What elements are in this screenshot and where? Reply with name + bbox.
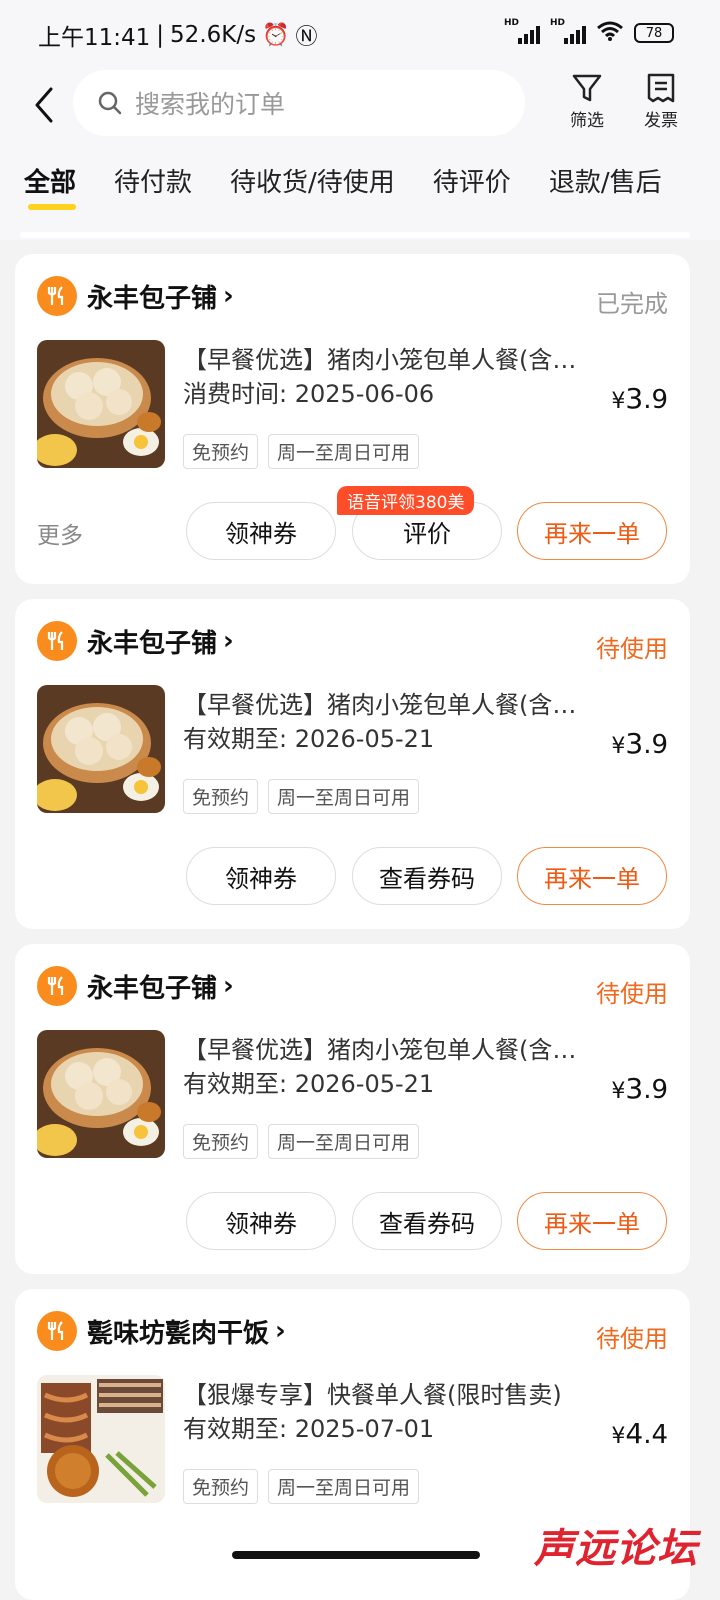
invoice-button[interactable]: 发票 (631, 72, 691, 131)
tab-all[interactable]: 全部 (0, 160, 77, 216)
tab-pending-review[interactable]: 待评价 (409, 160, 511, 216)
product-tags: 免预约 周一至周日可用 (183, 434, 420, 469)
product-tags: 免预约 周一至周日可用 (183, 1469, 420, 1504)
shop-link[interactable]: 永丰包子铺 › (37, 621, 234, 661)
shop-link[interactable]: 永丰包子铺 › (37, 276, 234, 316)
tag: 免预约 (183, 1469, 259, 1504)
product-tags: 免预约 周一至周日可用 (183, 1124, 420, 1159)
reorder-button[interactable]: 再来一单 (517, 847, 667, 905)
order-status: 已完成 (596, 290, 668, 318)
net-speed: 52.6K/s (170, 22, 257, 48)
shop-link[interactable]: 永丰包子铺 › (37, 966, 234, 1006)
product-subtitle: 有效期至: 2025-07-01 (183, 1415, 435, 1443)
tag: 周一至周日可用 (268, 779, 420, 814)
more-link[interactable]: 更多 (37, 516, 83, 550)
signal-icon: HD (504, 18, 540, 44)
filter-label: 筛选 (570, 111, 604, 131)
coupon-button[interactable]: 领神券 (186, 502, 336, 560)
tag: 周一至周日可用 (268, 1469, 420, 1504)
funnel-icon (572, 74, 602, 102)
invoice-icon (647, 73, 675, 103)
product-image (37, 1375, 165, 1503)
tag: 周一至周日可用 (268, 1124, 420, 1159)
list-top-edge (20, 232, 690, 238)
search-icon (98, 91, 122, 115)
chevron-right-icon: › (223, 626, 234, 656)
product-subtitle: 有效期至: 2026-05-21 (183, 1070, 435, 1098)
product-tags: 免预约 周一至周日可用 (183, 779, 420, 814)
reorder-button[interactable]: 再来一单 (517, 1192, 667, 1250)
order-status: 待使用 (596, 980, 668, 1008)
chevron-right-icon: › (223, 971, 234, 1001)
fork-knife-icon (37, 621, 77, 661)
wifi-icon (596, 20, 624, 46)
fork-knife-icon (37, 1311, 77, 1351)
coupon-button[interactable]: 领神券 (186, 847, 336, 905)
search-placeholder: 搜索我的订单 (135, 90, 286, 119)
tag: 免预约 (183, 434, 259, 469)
shop-name: 永丰包子铺 (87, 973, 218, 1004)
order-price: ¥3.9 (611, 727, 668, 760)
tab-pending-payment[interactable]: 待付款 (90, 160, 192, 216)
order-card[interactable]: 永丰包子铺 › 待使用 【早餐优选】猪肉小笼包单人餐(含… 有效期至: 2026… (15, 599, 690, 929)
product-image (37, 685, 165, 813)
status-bar: 上午11:41 | 52.6K/s ⏰ Ⓝ HD HD 78 (0, 0, 720, 64)
product-subtitle: 有效期至: 2026-05-21 (183, 725, 435, 753)
chevron-right-icon: › (223, 281, 234, 311)
view-voucher-button[interactable]: 查看券码 (352, 1192, 502, 1250)
forum-watermark: 声远论坛 (534, 1525, 698, 1572)
chevron-right-icon: › (275, 1316, 286, 1346)
tag: 免预约 (183, 1124, 259, 1159)
shop-name: 永丰包子铺 (87, 283, 218, 314)
order-card[interactable]: 永丰包子铺 › 已完成 【早餐优选】猪肉小笼包单人餐(含… 消费时间: 2025… (15, 254, 690, 584)
promo-badge: 语音评领380美 (337, 486, 475, 515)
tag: 免预约 (183, 779, 259, 814)
shop-link[interactable]: 甏味坊甏肉干饭 › (37, 1311, 286, 1351)
battery-icon: 78 (634, 23, 674, 43)
order-tabs: 全部 待付款 待收货/待使用 待评价 退款/售后 (0, 160, 720, 216)
order-status: 待使用 (596, 635, 668, 663)
home-indicator[interactable] (232, 1551, 480, 1559)
back-button[interactable] (24, 82, 64, 128)
product-image (37, 1030, 165, 1158)
product-title: 【早餐优选】猪肉小笼包单人餐(含… (183, 346, 577, 374)
order-status: 待使用 (596, 1325, 668, 1353)
filter-button[interactable]: 筛选 (557, 72, 617, 131)
product-subtitle: 消费时间: 2025-06-06 (183, 380, 435, 408)
product-title: 【狠爆专享】快餐单人餐(限时售卖) (183, 1381, 562, 1409)
tab-pending-receipt[interactable]: 待收货/待使用 (206, 160, 395, 216)
order-price: ¥3.9 (611, 1072, 668, 1105)
tab-refund[interactable]: 退款/售后 (525, 160, 662, 216)
order-price: ¥4.4 (611, 1417, 668, 1450)
coupon-button[interactable]: 领神券 (186, 1192, 336, 1250)
reorder-button[interactable]: 再来一单 (517, 502, 667, 560)
order-card[interactable]: 永丰包子铺 › 待使用 【早餐优选】猪肉小笼包单人餐(含… 有效期至: 2026… (15, 944, 690, 1274)
nfc-icon: Ⓝ (295, 25, 318, 50)
invoice-label: 发票 (644, 111, 678, 131)
product-image (37, 340, 165, 468)
chevron-left-icon (35, 87, 53, 123)
tag: 周一至周日可用 (268, 434, 420, 469)
fork-knife-icon (37, 276, 77, 316)
alarm-icon: ⏰ (262, 22, 290, 48)
product-title: 【早餐优选】猪肉小笼包单人餐(含… (183, 691, 577, 719)
product-title: 【早餐优选】猪肉小笼包单人餐(含… (183, 1036, 577, 1064)
order-price: ¥3.9 (611, 382, 668, 415)
status-time: 上午11:41 (38, 25, 151, 51)
shop-name: 永丰包子铺 (87, 628, 218, 659)
nav-bar: 搜索我的订单 筛选 发票 (0, 70, 720, 140)
search-input[interactable]: 搜索我的订单 (73, 70, 525, 136)
fork-knife-icon (37, 966, 77, 1006)
shop-name: 甏味坊甏肉干饭 (87, 1318, 270, 1349)
signal-icon-2: HD (550, 18, 586, 44)
view-voucher-button[interactable]: 查看券码 (352, 847, 502, 905)
